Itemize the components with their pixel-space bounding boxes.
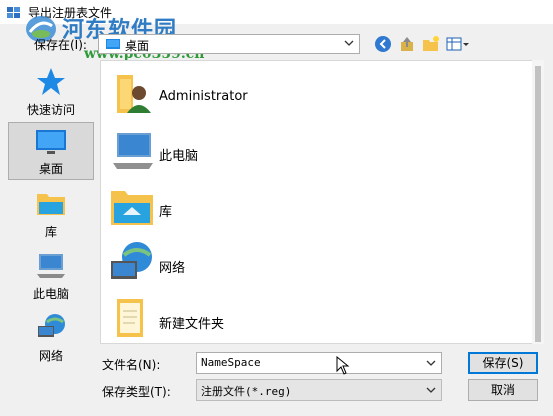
save-in-combo[interactable]: 桌面 [98, 34, 360, 54]
mouse-cursor-icon [336, 356, 350, 375]
list-item[interactable]: Administrator [107, 67, 407, 119]
library-icon [109, 183, 157, 229]
view-menu-button[interactable] [446, 35, 472, 55]
file-name: 此电脑 [159, 149, 199, 164]
place-label: 网络 [38, 349, 63, 363]
chevron-down-icon[interactable] [343, 37, 355, 52]
file-name: 新建文件夹 [159, 317, 225, 332]
save-in-value: 桌面 [125, 39, 150, 53]
list-item[interactable]: 此电脑 [107, 123, 407, 175]
computer-icon [8, 250, 94, 282]
place-label: 此电脑 [32, 287, 69, 301]
filetype-select[interactable]: 注册文件(*.reg) [196, 379, 442, 401]
save-in-label: 保存在(I): [34, 38, 87, 52]
place-label: 快速访问 [26, 103, 75, 117]
filetype-value: 注册文件(*.reg) [201, 385, 292, 398]
up-folder-button[interactable] [398, 35, 418, 55]
place-label: 库 [44, 225, 57, 239]
file-name: 网络 [159, 261, 186, 276]
file-list[interactable]: Administrator 此电脑 库 网络 新建文件夹 [100, 60, 544, 344]
desktop-small-icon [106, 38, 120, 53]
network-icon [8, 312, 94, 344]
up-folder-icon [401, 37, 413, 51]
vertical-scrollbar[interactable] [532, 60, 544, 344]
filename-input[interactable]: NameSpace [196, 352, 442, 374]
new-folder-button[interactable] [422, 35, 442, 55]
save-button[interactable]: 保存(S) [468, 352, 538, 374]
place-this-pc[interactable]: 此电脑 [8, 248, 94, 304]
scrollbar-thumb[interactable] [535, 66, 541, 342]
filename-value: NameSpace [201, 356, 261, 369]
filetype-label: 保存类型(T): [102, 385, 171, 399]
place-library[interactable]: 库 [8, 186, 94, 242]
place-label: 桌面 [38, 162, 63, 176]
places-bar: 快速访问 桌面 库 此电脑 网络 [0, 60, 100, 416]
network-icon [109, 239, 157, 285]
chevron-down-icon[interactable] [425, 357, 437, 372]
new-folder-icon [423, 36, 439, 51]
place-quick-access[interactable]: 快速访问 [8, 64, 94, 120]
file-name: 库 [159, 205, 173, 220]
library-icon [8, 188, 94, 220]
chevron-down-icon[interactable] [425, 384, 437, 399]
place-network[interactable]: 网络 [8, 310, 94, 366]
user-folder-icon [109, 71, 157, 117]
regedit-icon [6, 4, 22, 23]
place-desktop[interactable]: 桌面 [8, 122, 94, 180]
list-item[interactable]: 库 [107, 179, 407, 231]
list-item[interactable]: 网络 [107, 235, 407, 287]
star-icon [8, 66, 94, 98]
cancel-button[interactable]: 取消 [468, 379, 538, 401]
view-grid-icon [446, 37, 469, 51]
list-item[interactable]: 新建文件夹 [107, 291, 407, 343]
back-arrow-icon [375, 36, 391, 52]
back-button[interactable] [374, 35, 394, 55]
computer-icon [109, 127, 157, 173]
file-name: Administrator [159, 89, 248, 104]
folder-icon [109, 295, 157, 341]
filename-label: 文件名(N): [102, 358, 161, 372]
desktop-icon [9, 129, 93, 161]
